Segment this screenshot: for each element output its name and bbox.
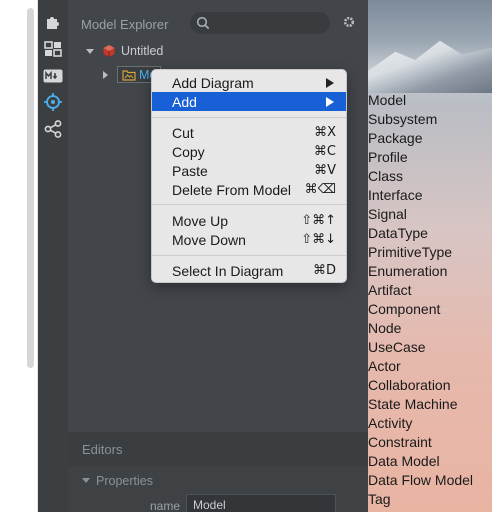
context-menu: Add Diagram Add Cut ⌘X Copy ⌘C Paste ⌘V … <box>151 69 347 283</box>
submenu-item-actor[interactable]: Actor <box>368 358 401 374</box>
submenu-item-subsystem[interactable]: Subsystem <box>368 111 437 127</box>
panel-title: Model Explorer <box>81 17 169 32</box>
shortcut-label: ⌘V <box>314 163 336 178</box>
menu-item-add-diagram[interactable]: Add Diagram <box>152 73 346 92</box>
shortcut-label: ⌘X <box>314 125 336 140</box>
submenu-item-collaboration[interactable]: Collaboration <box>368 377 451 393</box>
editors-section-header[interactable]: Editors <box>68 432 368 466</box>
submenu-item-profile[interactable]: Profile <box>368 149 408 165</box>
crosshair-target-icon[interactable] <box>42 91 64 113</box>
menu-item-label: Add Diagram <box>172 75 254 91</box>
submenu-item-signal[interactable]: Signal <box>368 206 407 222</box>
menu-separator <box>152 117 346 118</box>
submenu-arrow-icon <box>326 78 334 88</box>
add-submenu: Model Subsystem Package Profile Class In… <box>347 90 492 512</box>
share-nodes-icon[interactable] <box>42 118 64 140</box>
markdown-icon[interactable] <box>42 65 64 87</box>
name-field-label: name <box>150 499 181 512</box>
editor-canvas[interactable] <box>0 0 38 512</box>
menu-item-label: Cut <box>172 125 194 141</box>
tool-rail <box>38 0 68 512</box>
menu-separator <box>152 204 346 205</box>
menu-item-select-in-diagram[interactable]: Select In Diagram ⌘D <box>152 261 346 280</box>
menu-item-label: Copy <box>172 144 205 160</box>
submenu-item-node[interactable]: Node <box>368 320 401 336</box>
submenu-item-state-machine[interactable]: State Machine <box>368 396 458 412</box>
submenu-item-data-model[interactable]: Data Model <box>368 453 440 469</box>
submenu-item-component[interactable]: Component <box>368 301 440 317</box>
submenu-item-interface[interactable]: Interface <box>368 187 422 203</box>
mountain-shape <box>368 40 492 93</box>
menu-item-move-up[interactable]: Move Up ⇧⌘↑ <box>152 211 346 230</box>
menu-item-cut[interactable]: Cut ⌘X <box>152 123 346 142</box>
menu-item-move-down[interactable]: Move Down ⇧⌘↓ <box>152 230 346 249</box>
package-folder-icon <box>122 69 136 81</box>
submenu-item-model[interactable]: Model <box>368 92 406 108</box>
shortcut-label: ⇧⌘↑ <box>301 213 336 228</box>
project-cube-icon <box>103 45 115 57</box>
submenu-item-package[interactable]: Package <box>368 130 422 146</box>
submenu-item-enumeration[interactable]: Enumeration <box>368 263 447 279</box>
submenu-item-data-flow-model[interactable]: Data Flow Model <box>368 472 473 488</box>
properties-title[interactable]: Properties <box>96 474 153 488</box>
shortcut-label: ⇧⌘↓ <box>301 232 336 247</box>
tree-label-untitled: Untitled <box>121 44 164 58</box>
expand-caret-icon[interactable] <box>103 70 108 79</box>
shortcut-label: ⌘C <box>313 144 336 159</box>
gear-icon[interactable] <box>342 15 356 29</box>
extensions-puzzle-icon[interactable] <box>42 11 64 33</box>
menu-separator <box>152 255 346 256</box>
search-icon <box>196 16 210 30</box>
name-input[interactable]: Model <box>186 494 336 512</box>
menu-item-label: Add <box>172 94 197 110</box>
menu-item-add[interactable]: Add <box>152 92 346 111</box>
vertical-scrollbar[interactable] <box>27 8 34 368</box>
tree-row-root[interactable]: Untitled <box>86 44 163 58</box>
submenu-item-tag[interactable]: Tag <box>368 491 391 507</box>
menu-item-paste[interactable]: Paste ⌘V <box>152 161 346 180</box>
submenu-arrow-icon <box>326 97 334 107</box>
properties-section: Properties name Model <box>68 466 368 512</box>
submenu-item-activity[interactable]: Activity <box>368 415 412 431</box>
menu-item-copy[interactable]: Copy ⌘C <box>152 142 346 161</box>
menu-item-label: Select In Diagram <box>172 263 284 279</box>
submenu-item-usecase[interactable]: UseCase <box>368 339 426 355</box>
submenu-item-artifact[interactable]: Artifact <box>368 282 412 298</box>
menu-item-label: Move Up <box>172 213 229 229</box>
menu-item-label: Paste <box>172 163 208 179</box>
submenu-item-constraint[interactable]: Constraint <box>368 434 432 450</box>
submenu-item-primitivetype[interactable]: PrimitiveType <box>368 244 452 260</box>
submenu-item-class[interactable]: Class <box>368 168 403 184</box>
menu-item-delete-from-model[interactable]: Delete From Model ⌘⌫ <box>152 180 346 199</box>
shortcut-label: ⌘⌫ <box>304 182 336 197</box>
expand-caret-icon[interactable] <box>86 48 94 54</box>
menu-item-label: Delete From Model <box>172 182 292 198</box>
search-input[interactable] <box>190 12 330 34</box>
menu-item-label: Move Down <box>172 232 246 248</box>
layout-grid-icon[interactable] <box>42 38 64 60</box>
collapse-caret-icon[interactable] <box>82 478 90 483</box>
shortcut-label: ⌘D <box>312 263 336 278</box>
submenu-item-datatype[interactable]: DataType <box>368 225 428 241</box>
